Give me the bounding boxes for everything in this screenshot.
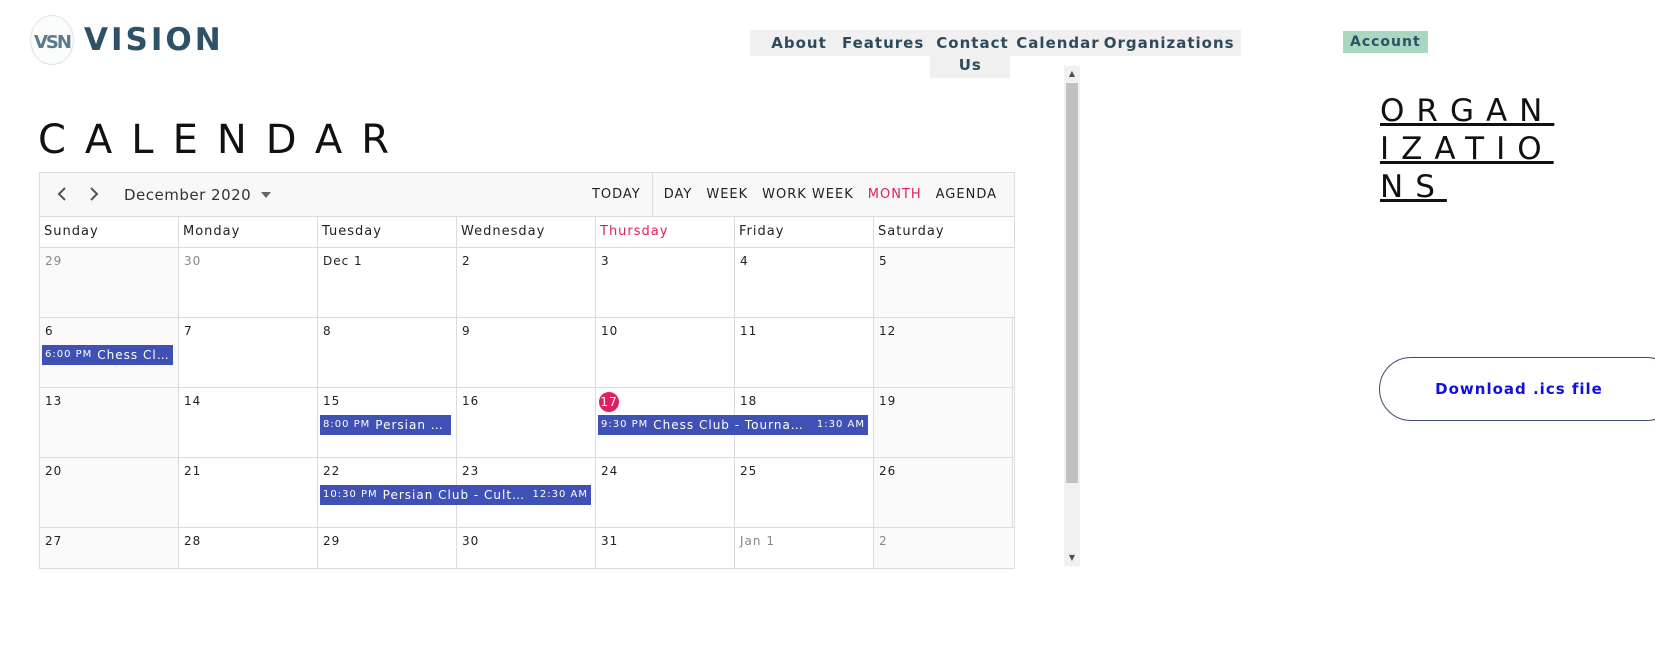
day-cell[interactable]: 2 [457,248,596,317]
day-of-week-header: Sunday Monday Tuesday Wednesday Thursday… [40,217,1014,248]
day-cell[interactable]: 19 [874,388,1013,457]
account-button[interactable]: Account [1343,31,1428,53]
calendar-week: 6 7 8 9 10 11 12 6:00 PM Chess Clu… [40,318,1014,388]
calendar-week: 27 28 29 30 31 Jan 1 2 [40,528,1014,568]
day-cell[interactable]: 21 [179,458,318,527]
vertical-scrollbar[interactable]: ▲ ▼ [1064,66,1080,566]
day-cell[interactable]: 30 [457,528,596,568]
month-picker[interactable]: December 2020 [124,185,272,204]
day-cell[interactable]: 20 [40,458,179,527]
next-month-button[interactable] [78,183,110,207]
dow-saturday: Saturday [878,224,945,239]
dow-thursday: Thursday [596,217,735,247]
view-week-button[interactable]: WEEK [699,187,755,202]
logo[interactable]: VSN VISION [30,15,224,65]
view-month-button[interactable]: MONTH [861,187,929,202]
day-cell[interactable]: 28 [179,528,318,568]
view-work-week-button[interactable]: WORK WEEK [755,187,861,202]
day-cell[interactable]: 26 [874,458,1013,527]
event-title: Chess Clu… [97,348,170,362]
calendar-toolbar: December 2020 TODAY DAY WEEK WORK WEEK M… [40,173,1014,217]
scrollbar-thumb[interactable] [1066,83,1078,483]
event-start-time: 10:30 PM [323,489,378,500]
logo-mark-text: VSN [34,32,71,53]
calendar-week: 13 14 15 16 17 18 19 8:00 PM Persian C… … [40,388,1014,458]
calendar-week: 29 30 Dec 1 2 3 4 5 [40,248,1014,318]
logo-mark-icon: VSN [30,15,74,65]
day-cell[interactable]: 10 [596,318,735,387]
calendar: December 2020 TODAY DAY WEEK WORK WEEK M… [39,172,1015,569]
view-agenda-button[interactable]: AGENDA [929,187,1004,202]
main-nav: About Features Contact Us Calendar Organ… [750,30,1241,78]
day-cell[interactable]: 5 [874,248,1013,317]
event-end-time: 12:30 AM [532,489,588,500]
nav-contact-us[interactable]: Contact Us [930,30,1011,78]
calendar-event[interactable]: 9:30 PM Chess Club - Tourname… 1:30 AM [598,415,868,435]
nav-features[interactable]: Features [836,30,931,56]
day-cell[interactable]: 2 [874,528,1013,568]
event-start-time: 6:00 PM [45,349,93,360]
nav-calendar[interactable]: Calendar [1010,30,1102,56]
day-cell[interactable]: 4 [735,248,874,317]
day-cell[interactable]: 7 [179,318,318,387]
day-cell[interactable]: Jan 1 [735,528,874,568]
event-end-time: 1:30 AM [816,419,865,430]
scroll-down-arrow-icon[interactable]: ▼ [1064,550,1080,566]
caret-down-icon [261,191,272,198]
day-cell[interactable]: 30 [179,248,318,317]
dow-monday: Monday [179,217,318,247]
day-cell[interactable]: 8 [318,318,457,387]
event-title: Chess Club - Tourname… [653,418,811,432]
scroll-up-arrow-icon[interactable]: ▲ [1064,66,1080,82]
day-cell[interactable]: 3 [596,248,735,317]
view-day-button[interactable]: DAY [657,187,700,202]
event-title: Persian Club - Cultur… [382,488,527,502]
event-start-time: 8:00 PM [323,419,371,430]
dow-wednesday: Wednesday [457,217,596,247]
chevron-right-icon [90,186,99,201]
day-cell[interactable]: 13 [40,388,179,457]
dow-sunday: Sunday [40,217,179,247]
day-cell[interactable]: 24 [596,458,735,527]
chevron-left-icon [57,186,66,201]
event-start-time: 9:30 PM [601,419,649,430]
month-label: December 2020 [124,185,252,204]
day-cell[interactable]: 11 [735,318,874,387]
day-cell[interactable]: 25 [735,458,874,527]
calendar-event[interactable]: 6:00 PM Chess Clu… [42,345,173,365]
today-button[interactable]: TODAY [585,173,653,216]
day-cell[interactable]: 9 [457,318,596,387]
download-ics-button[interactable]: Download .ics file [1379,357,1655,421]
day-cell[interactable]: 31 [596,528,735,568]
calendar-event[interactable]: 10:30 PM Persian Club - Cultur… 12:30 AM [320,485,591,505]
today-badge: 17 [599,392,619,412]
calendar-event[interactable]: 8:00 PM Persian C… [320,415,451,435]
dow-tuesday: Tuesday [318,217,457,247]
day-cell[interactable]: 29 [318,528,457,568]
nav-organizations[interactable]: Organizations [1101,30,1241,56]
event-title: Persian C… [375,418,448,432]
day-cell[interactable]: Dec 1 [318,248,457,317]
page-title: CALENDAR [38,117,409,163]
logo-text: VISION [84,22,224,58]
day-cell[interactable]: 14 [179,388,318,457]
view-switcher: TODAY DAY WEEK WORK WEEK MONTH AGENDA [585,173,1004,216]
calendar-week: 20 21 22 23 24 25 26 10:30 PM Persian Cl… [40,458,1014,528]
dow-friday: Friday [735,217,874,247]
day-cell[interactable]: 12 [874,318,1013,387]
day-cell[interactable]: 16 [457,388,596,457]
prev-month-button[interactable] [46,183,78,207]
nav-about[interactable]: About [750,30,836,56]
day-cell[interactable]: 29 [40,248,179,317]
day-cell[interactable]: 27 [40,528,179,568]
organizations-heading[interactable]: ORGANIZATIONS [1380,92,1555,206]
